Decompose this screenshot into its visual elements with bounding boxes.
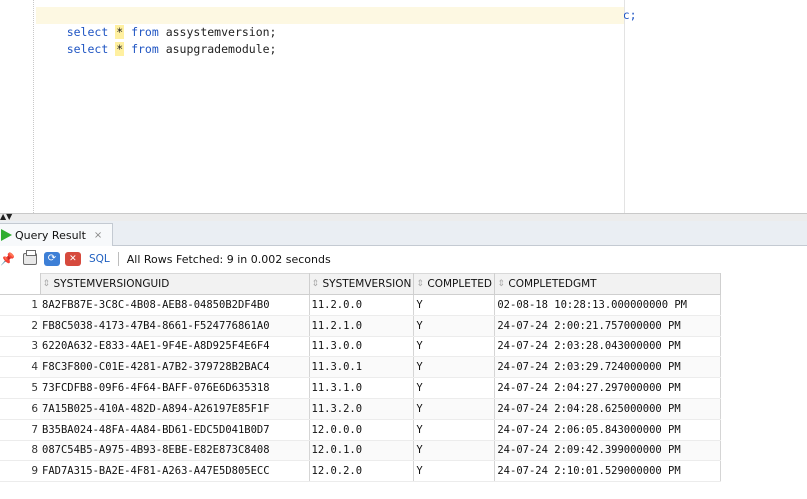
cell-completed[interactable]: Y bbox=[413, 460, 496, 483]
pin-icon[interactable]: 📌 bbox=[0, 252, 15, 266]
sort-arrows-icon: ⇕ bbox=[311, 278, 320, 289]
results-table-body: 1 8A2FB87E-3C8C-4B08-AEB8-04850B2DF4B0 11.… bbox=[0, 294, 722, 483]
results-tab-bar: Query Result × bbox=[0, 221, 807, 246]
tab-query-result[interactable]: Query Result × bbox=[0, 223, 114, 246]
column-header-systemversionguid[interactable]: ⇕ SYSTEMVERSIONGUID bbox=[39, 273, 310, 295]
table-row[interactable]: 7 B35BA024-48FA-4A84-BD61-EDC5D041B0D7 12.… bbox=[0, 419, 722, 441]
cell-systemversion[interactable]: 11.3.0.1 bbox=[309, 356, 415, 379]
column-label: SYSTEMVERSIONGUID bbox=[53, 278, 170, 290]
cell-systemversionguid[interactable]: 73FCDFB8-09F6-4F64-BAFF-076E6D635318 bbox=[40, 377, 310, 399]
column-label: COMPLETEDGMT bbox=[508, 278, 597, 290]
editor-gutter-divider bbox=[33, 0, 34, 213]
cell-systemversion[interactable]: 12.0.0.0 bbox=[309, 419, 415, 441]
results-toolbar: 📌 ⟳ ✕ SQL All Rows Fetched: 9 in 0.002 s… bbox=[0, 246, 807, 272]
tab-label: Query Result bbox=[15, 228, 86, 242]
editor-right-margin bbox=[624, 0, 625, 213]
row-number[interactable]: 7 bbox=[0, 419, 40, 441]
cell-completedgmt[interactable]: 24-07-24 2:03:28.043000000 PM bbox=[494, 336, 722, 358]
table-row[interactable]: 1 8A2FB87E-3C8C-4B08-AEB8-04850B2DF4B0 11.… bbox=[0, 294, 722, 316]
cell-completedgmt[interactable]: 24-07-24 2:10:01.529000000 PM bbox=[494, 460, 722, 483]
table-name: asupgrademodule; bbox=[165, 42, 277, 56]
cell-systemversionguid[interactable]: 6220A632-E833-4AE1-9F4E-A8D925F4E6F4 bbox=[40, 336, 310, 358]
cell-completedgmt[interactable]: 02-08-18 10:28:13.000000000 PM bbox=[494, 294, 722, 316]
cell-systemversion[interactable]: 12.0.1.0 bbox=[309, 440, 415, 462]
cell-completed[interactable]: Y bbox=[413, 356, 496, 379]
row-number[interactable]: 4 bbox=[0, 356, 40, 379]
results-table: ⇕ SYSTEMVERSIONGUID ⇕ SYSTEMVERSION ⇕ COMPL… bbox=[0, 273, 722, 483]
column-label: SYSTEMVERSION bbox=[322, 278, 412, 290]
cell-completed[interactable]: Y bbox=[413, 440, 496, 462]
sort-arrows-icon: ⇕ bbox=[497, 278, 505, 289]
keyword-select: select bbox=[66, 42, 109, 56]
table-row[interactable]: 3 6220A632-E833-4AE1-9F4E-A8D925F4E6F4 11.… bbox=[0, 336, 722, 358]
table-row[interactable]: 6 7A15B025-410A-482D-A894-A26197E85F1F 11.… bbox=[0, 398, 722, 420]
column-header-completed[interactable]: ⇕ COMPLETED bbox=[413, 273, 496, 295]
column-header-completedgmt[interactable]: ⇕ COMPLETEDGMT bbox=[494, 273, 722, 295]
cell-completedgmt[interactable]: 24-07-24 2:00:21.757000000 PM bbox=[494, 315, 722, 337]
editor-results-splitter[interactable]: ▲▼ bbox=[0, 213, 807, 221]
row-number[interactable]: 9 bbox=[0, 460, 40, 483]
results-grid[interactable]: ⇕ SYSTEMVERSIONGUID ⇕ SYSTEMVERSION ⇕ COMPL… bbox=[0, 273, 807, 499]
cell-completedgmt[interactable]: 24-07-24 2:06:05.843000000 PM bbox=[494, 419, 722, 441]
export-icon[interactable]: ✕ bbox=[64, 252, 81, 266]
cell-systemversionguid[interactable]: F8C3F800-C01E-4281-A7B2-379728B2BAC4 bbox=[40, 356, 310, 379]
code-line-2[interactable]: select * from assystemversion; bbox=[36, 7, 624, 39]
row-number[interactable]: 1 bbox=[0, 294, 40, 316]
close-icon[interactable]: × bbox=[94, 230, 102, 241]
cell-systemversionguid[interactable]: 7A15B025-410A-482D-A894-A26197E85F1F bbox=[40, 398, 310, 420]
row-number[interactable]: 6 bbox=[0, 398, 40, 420]
cell-completed[interactable]: Y bbox=[413, 377, 496, 399]
cell-systemversionguid[interactable]: 8A2FB87E-3C8C-4B08-AEB8-04850B2DF4B0 bbox=[40, 294, 310, 316]
row-number[interactable]: 5 bbox=[0, 377, 40, 399]
cell-systemversionguid[interactable]: B35BA024-48FA-4A84-BD61-EDC5D041B0D7 bbox=[40, 419, 310, 441]
cell-completed[interactable]: Y bbox=[413, 294, 496, 316]
cell-systemversion[interactable]: 11.3.1.0 bbox=[309, 377, 415, 399]
cell-systemversion[interactable]: 12.0.2.0 bbox=[309, 460, 415, 483]
sql-button[interactable]: SQL bbox=[89, 253, 110, 265]
refresh-icon[interactable]: ⟳ bbox=[43, 252, 60, 266]
fetch-status-text: All Rows Fetched: 9 in 0.002 seconds bbox=[126, 252, 331, 266]
cell-completed[interactable]: Y bbox=[413, 398, 496, 420]
column-header-systemversion[interactable]: ⇕ SYSTEMVERSION bbox=[308, 273, 415, 295]
code-line-3[interactable]: select * from asupgrademodule; bbox=[39, 24, 276, 56]
row-number[interactable]: 3 bbox=[0, 336, 40, 358]
cell-systemversionguid[interactable]: FAD7A315-BA2E-4F81-A263-A47E5D805ECC bbox=[40, 460, 310, 483]
collapse-arrows-icon[interactable]: ▲▼ bbox=[0, 213, 12, 221]
keyword-from: from bbox=[131, 42, 159, 56]
sort-arrows-icon: ⇕ bbox=[42, 278, 51, 289]
table-row[interactable]: 2 FB8C5038-4173-47B4-8661-F524776861A0 11.… bbox=[0, 315, 722, 337]
table-row[interactable]: 5 73FCDFB8-09F6-4F64-BAFF-076E6D635318 11.… bbox=[0, 377, 722, 399]
cell-systemversion[interactable]: 11.2.0.0 bbox=[309, 294, 415, 316]
row-number[interactable]: 8 bbox=[0, 440, 40, 462]
star-token: * bbox=[115, 42, 125, 56]
cell-completedgmt[interactable]: 24-07-24 2:04:27.297000000 PM bbox=[494, 377, 722, 399]
sql-editor[interactable]: select * from asinstallchangelog where t… bbox=[0, 0, 807, 213]
cell-systemversionguid[interactable]: 087C54B5-A975-4B93-8EBE-E82E873C8408 bbox=[40, 440, 310, 462]
cell-systemversion[interactable]: 11.3.2.0 bbox=[309, 398, 415, 420]
cell-completedgmt[interactable]: 24-07-24 2:09:42.399000000 PM bbox=[494, 440, 722, 462]
cell-systemversion[interactable]: 11.2.1.0 bbox=[309, 315, 415, 337]
toolbar-separator bbox=[117, 252, 119, 266]
row-number-header bbox=[0, 273, 41, 295]
header-row: ⇕ SYSTEMVERSIONGUID ⇕ SYSTEMVERSION ⇕ COMPL… bbox=[0, 273, 722, 295]
cell-systemversion[interactable]: 11.3.0.0 bbox=[309, 336, 415, 358]
green-play-icon bbox=[1, 229, 12, 241]
row-number[interactable]: 2 bbox=[0, 315, 40, 337]
printer-icon[interactable] bbox=[22, 250, 37, 265]
table-row[interactable]: 8 087C54B5-A975-4B93-8EBE-E82E873C8408 12.… bbox=[0, 440, 722, 462]
column-label: COMPLETED bbox=[427, 278, 492, 290]
cell-completed[interactable]: Y bbox=[413, 315, 496, 337]
sort-arrows-icon: ⇕ bbox=[416, 278, 424, 289]
code-line-1[interactable]: select * from asinstallchangelog where t… bbox=[39, 0, 637, 22]
cell-completedgmt[interactable]: 24-07-24 2:04:28.625000000 PM bbox=[494, 398, 722, 420]
cell-systemversionguid[interactable]: FB8C5038-4173-47B4-8661-F524776861A0 bbox=[40, 315, 310, 337]
cell-completed[interactable]: Y bbox=[413, 419, 496, 441]
cell-completedgmt[interactable]: 24-07-24 2:03:29.724000000 PM bbox=[494, 356, 722, 379]
table-row[interactable]: 4 F8C3F800-C01E-4281-A7B2-379728B2BAC4 11.… bbox=[0, 356, 722, 379]
table-row[interactable]: 9 FAD7A315-BA2E-4F81-A263-A47E5D805ECC 12.… bbox=[0, 460, 722, 483]
cell-completed[interactable]: Y bbox=[413, 336, 496, 358]
